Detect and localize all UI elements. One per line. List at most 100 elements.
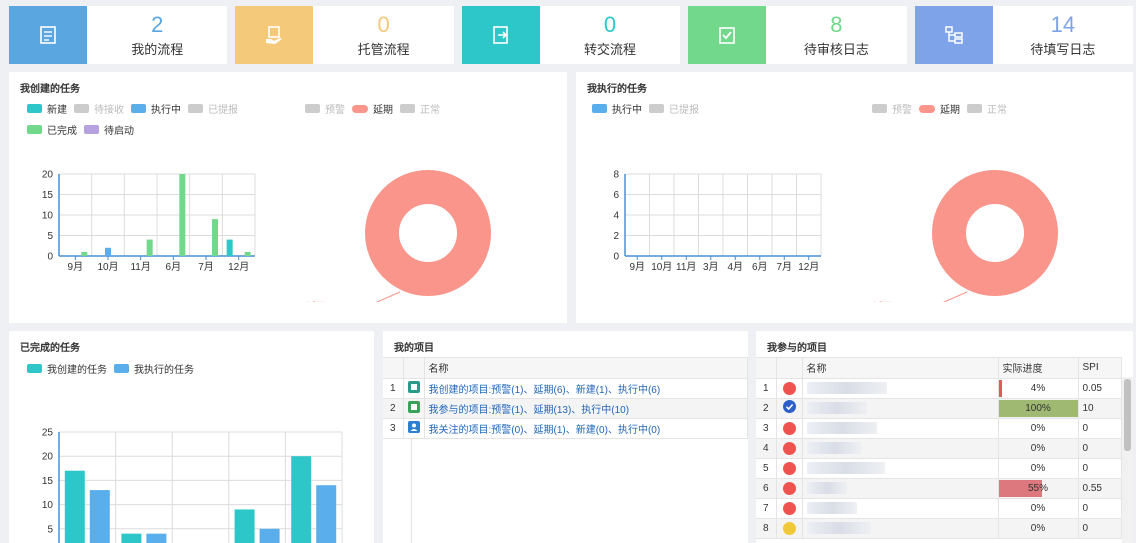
completed-tasks-panel: 已完成的任务 我创建的任务 我执行的任务 0510152025 xyxy=(9,331,374,543)
bar xyxy=(121,533,142,543)
completed-check-icon xyxy=(782,400,796,413)
legend-item-created[interactable]: 我创建的任务 xyxy=(27,361,107,376)
created-tasks-bar-chart: 0 5 10 15 20 9月 10月 11月 6月 7月 12月 xyxy=(42,170,256,273)
table-row[interactable]: 2 100% 10 xyxy=(756,398,1122,419)
project-name-redacted[interactable] xyxy=(802,418,999,439)
column-header-spi: SPI xyxy=(1078,358,1122,379)
project-link[interactable]: 我关注的项目:预警(0)、延期(1)、新建(0)、执行中(0) xyxy=(424,418,748,439)
progress-cell: 0% xyxy=(998,458,1079,479)
panel-title: 我参与的项目 xyxy=(767,343,827,354)
stat-label: 转交流程 xyxy=(584,41,637,57)
table-row[interactable]: 6 55% 0.55 xyxy=(756,478,1122,499)
scrollbar-thumb[interactable] xyxy=(1124,379,1131,451)
legend-item-executed[interactable]: 我执行的任务 xyxy=(114,361,194,376)
row-number: 3 xyxy=(756,418,777,439)
stat-label: 托管流程 xyxy=(357,41,410,57)
legend-item-to-start[interactable]: 待启动 xyxy=(84,122,134,137)
table-row[interactable]: 3 0% 0 xyxy=(756,418,1122,439)
legend-item-delayed[interactable]: 延期 xyxy=(919,101,960,116)
spi-value: 0 xyxy=(1078,418,1122,439)
stat-value: 8 xyxy=(830,11,843,37)
x-tick-label: 6月 xyxy=(166,261,182,273)
table-row[interactable]: 8 0% 0 xyxy=(756,518,1122,539)
legend-item-new[interactable]: 新建 xyxy=(27,101,67,116)
legend-item-reported[interactable]: 已提报 xyxy=(188,101,238,116)
stat-card-hosted-flow[interactable]: 0 托管流程 xyxy=(235,6,454,64)
bar xyxy=(89,490,110,543)
stat-label: 我的流程 xyxy=(131,41,184,57)
panel-title: 我创建的任务 xyxy=(20,84,80,95)
stat-icon-box xyxy=(688,6,767,64)
table-row[interactable]: 2 我参与的项目:预警(1)、延期(13)、执行中(10) xyxy=(383,398,748,419)
legend-item-reported[interactable]: 已提报 xyxy=(649,101,699,116)
executed-tasks-bar-chart: 0 2 4 6 8 9月 10月 11月 3月 4月 6月 7月 12月 xyxy=(613,170,822,273)
project-name-redacted[interactable] xyxy=(802,438,999,459)
table-row[interactable]: 1 我创建的项目:预警(1)、延期(6)、新建(1)、执行中(6) xyxy=(383,378,748,399)
bar xyxy=(146,239,153,256)
legend-item-normal[interactable]: 正常 xyxy=(967,101,1007,116)
table-row[interactable]: 1 4% 0.05 xyxy=(756,378,1122,399)
stat-card-pending-fill-log[interactable]: 14 待填写日志 xyxy=(914,6,1134,64)
row-number: 1 xyxy=(383,378,404,399)
progress-cell: 0% xyxy=(998,518,1079,539)
x-tick-label: 10月 xyxy=(651,261,672,273)
bar xyxy=(179,174,186,256)
row-number: 7 xyxy=(756,498,777,519)
project-name-redacted[interactable] xyxy=(802,498,999,519)
progress-value: 0% xyxy=(1030,462,1046,474)
x-tick-label: 7月 xyxy=(198,261,214,273)
pie-slice xyxy=(365,170,491,296)
bar xyxy=(259,528,280,543)
project-name-redacted[interactable] xyxy=(802,518,999,539)
spi-value: 10 xyxy=(1078,398,1122,419)
x-tick-label: 11月 xyxy=(676,261,696,273)
stat-card-my-flow[interactable]: 2 我的流程 xyxy=(9,6,228,64)
row-number: 1 xyxy=(756,378,777,399)
table-row[interactable]: 5 0% 0 xyxy=(756,458,1122,479)
project-link[interactable]: 我参与的项目:预警(1)、延期(13)、执行中(10) xyxy=(424,398,748,419)
table-row[interactable]: 4 0% 0 xyxy=(756,438,1122,459)
progress-value: 0% xyxy=(1030,422,1046,434)
project-link[interactable]: 我创建的项目:预警(1)、延期(6)、新建(1)、执行中(6) xyxy=(424,378,748,399)
stat-label: 待审核日志 xyxy=(803,41,869,57)
flow-icon xyxy=(40,26,56,44)
review-icon xyxy=(719,27,736,44)
pie-label-line xyxy=(942,291,968,302)
y-tick-label: 10 xyxy=(42,500,54,511)
spi-value: 0 xyxy=(1078,518,1122,539)
legend-item-warning[interactable]: 预警 xyxy=(305,101,345,116)
status-dot-icon xyxy=(782,461,796,475)
project-name-redacted[interactable] xyxy=(802,478,999,499)
bar xyxy=(291,456,312,543)
legend-item-delayed[interactable]: 延期 xyxy=(352,101,393,116)
table-row[interactable]: 3 我关注的项目:预警(0)、延期(1)、新建(0)、执行中(0) xyxy=(383,418,748,439)
table-header-row: 名称 实际进度 SPI xyxy=(756,358,1122,379)
legend-item-pending-receive[interactable]: 待接收 xyxy=(74,101,124,116)
legend-item-warning[interactable]: 预警 xyxy=(872,101,912,116)
spi-value: 0.55 xyxy=(1078,478,1122,499)
project-name-redacted[interactable] xyxy=(802,458,999,479)
legend-item-completed[interactable]: 已完成 xyxy=(27,122,77,137)
legend-item-normal[interactable]: 正常 xyxy=(400,101,440,116)
stat-icon-box xyxy=(235,6,314,64)
status-dot-icon xyxy=(782,421,796,435)
project-name-redacted[interactable] xyxy=(802,378,999,399)
legend-item-in-progress[interactable]: 执行中 xyxy=(592,101,642,116)
y-tick-label: 10 xyxy=(42,211,54,222)
y-tick-label: 0 xyxy=(47,252,53,263)
table-row[interactable]: 7 0% 0 xyxy=(756,498,1122,519)
y-tick-label: 4 xyxy=(613,211,619,222)
legend-item-in-progress[interactable]: 执行中 xyxy=(131,101,181,116)
progress-cell: 55% xyxy=(998,478,1079,499)
scrollbar[interactable] xyxy=(1122,377,1133,543)
column-header-progress: 实际进度 xyxy=(998,358,1079,379)
progress-value: 100% xyxy=(1025,402,1051,414)
stat-card-transfer-flow[interactable]: 0 转交流程 xyxy=(461,6,681,64)
bar xyxy=(226,239,233,256)
project-name-redacted[interactable] xyxy=(802,398,999,419)
executed-tasks-pie-chart: 延期(100.00%) xyxy=(873,170,1058,302)
row-number: 6 xyxy=(756,478,777,499)
spi-value: 0 xyxy=(1078,458,1122,479)
stat-card-pending-review-log[interactable]: 8 待审核日志 xyxy=(688,6,907,64)
spi-value: 0 xyxy=(1078,438,1122,459)
